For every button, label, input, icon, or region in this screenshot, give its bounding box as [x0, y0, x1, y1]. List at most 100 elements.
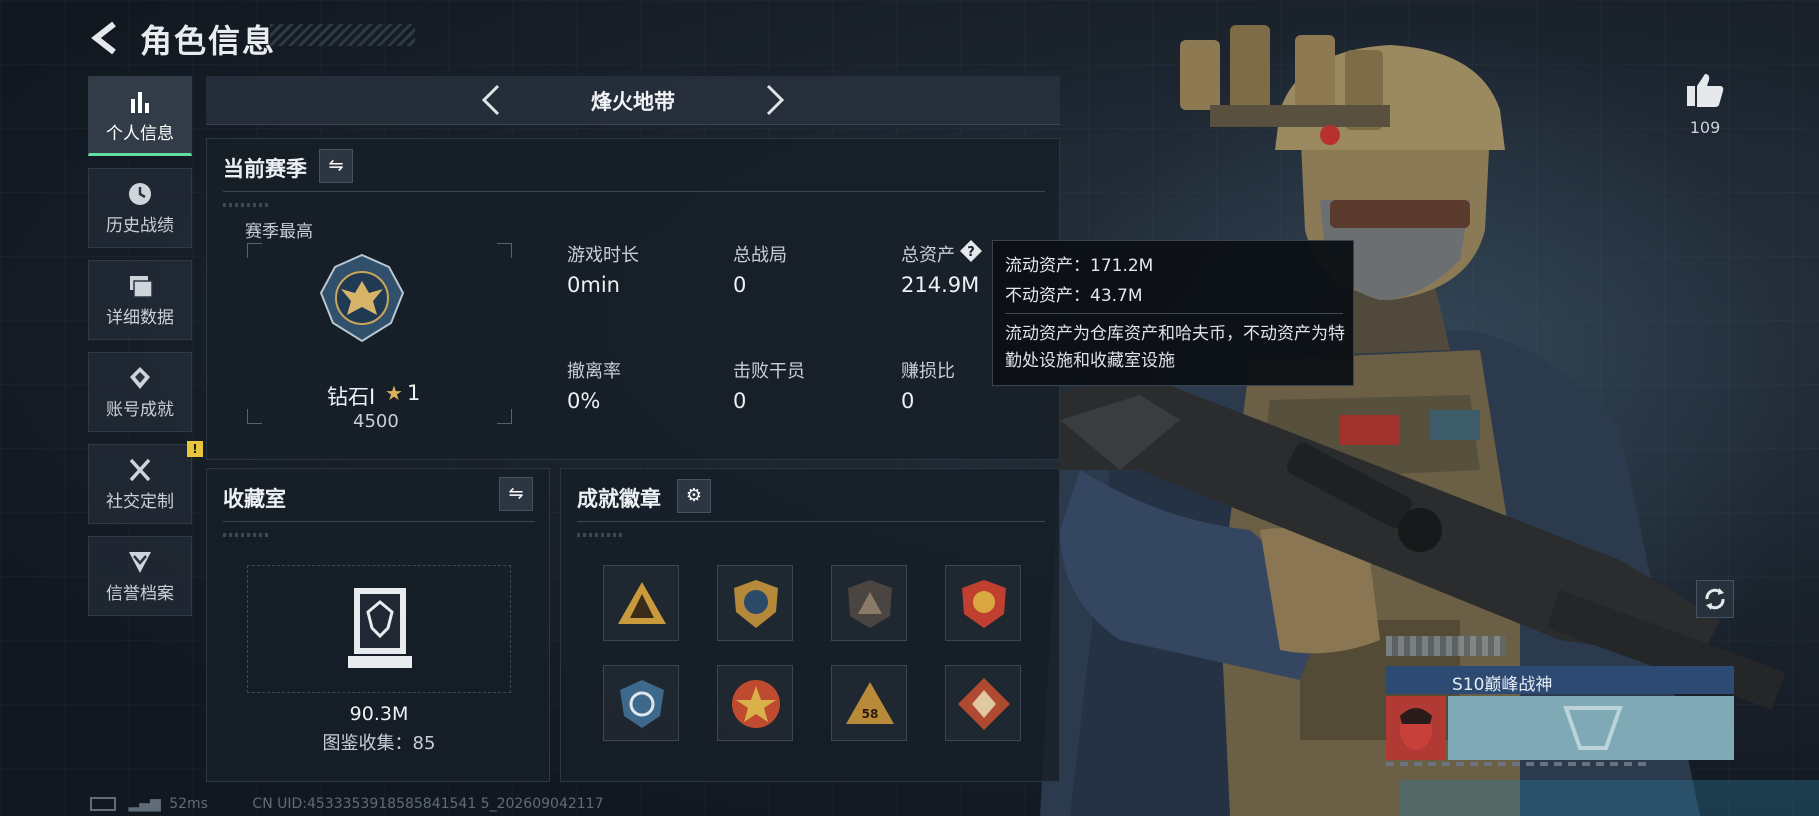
stat-label-total-assets: 总资产 [901, 245, 955, 266]
svg-text:?: ? [967, 245, 975, 260]
uid-text: CN UID:4533353918585841541 5_20260904211… [252, 796, 604, 812]
achievement-badge[interactable] [945, 665, 1021, 741]
avatar [1386, 696, 1446, 760]
nav-label: 账号成就 [106, 400, 174, 420]
stat-value-extract-rate: 0% [567, 389, 601, 413]
battery-icon [90, 797, 116, 811]
like-widget[interactable]: 109 [1670, 72, 1740, 137]
frame-corner [247, 409, 262, 424]
nav-label: 历史战绩 [106, 216, 174, 236]
tools-icon [129, 458, 151, 482]
frame-corner [497, 409, 512, 424]
divider [577, 521, 1045, 522]
page-title: 角色信息 [140, 22, 277, 60]
badge-settings-button[interactable]: ⚙ [677, 479, 711, 513]
status-bar: ▂▄▆ 52ms CN UID:4533353918585841541 5_20… [90, 796, 603, 812]
triangle-shield-icon [848, 580, 892, 628]
divider [223, 521, 535, 522]
season-best-label: 赛季最高 [245, 222, 313, 242]
season-title: 当前赛季 [223, 157, 307, 181]
tooltip-fixed-assets: 不动资产：43.7M [1005, 286, 1143, 306]
stat-label-playtime: 游戏时长 [567, 245, 639, 266]
switch-collection-button[interactable]: ⇋ [499, 477, 533, 511]
frame-corner [497, 243, 512, 258]
achievement-badge[interactable]: 58 [831, 665, 907, 741]
rank-points: 4500 [353, 411, 399, 432]
clock-icon [129, 183, 151, 205]
rank-diamond-emblem-icon [319, 253, 405, 343]
numbered-triangle-icon: 58 [846, 682, 894, 724]
nav-item-reputation[interactable]: 信誉档案 [88, 536, 192, 616]
rank-name: 钻石Ⅰ [327, 385, 376, 409]
player-banner [1448, 696, 1734, 760]
shield-chevron-icon [129, 552, 151, 573]
stat-value-total-matches: 0 [733, 273, 747, 297]
assets-tooltip: 流动资产：171.2M 不动资产：43.7M 流动资产为仓库资产和哈夫币，不动资… [992, 240, 1354, 386]
achievement-badge[interactable] [831, 565, 907, 641]
navy-shield-icon [620, 680, 664, 728]
achievements-title: 成就徽章 [577, 487, 661, 511]
achievement-badge[interactable] [945, 565, 1021, 641]
nav-label: 详细数据 [106, 308, 174, 328]
triangle-emblem-icon [618, 582, 666, 624]
refresh-icon [1705, 588, 1725, 610]
thumbs-up-icon [1687, 74, 1724, 107]
collection-title: 收藏室 [223, 487, 286, 511]
red-crest-icon [962, 580, 1006, 628]
collection-value: 90.3M [349, 703, 409, 725]
stat-value-total-assets: 214.9M [901, 273, 980, 297]
bar-chart-icon [131, 92, 149, 113]
nav-item-social-custom[interactable]: 社交定制 ! [88, 441, 203, 524]
collection-panel: 收藏室 ⇋ 90.3M 图鉴收集：85 [206, 468, 550, 782]
star-medal-icon [732, 680, 780, 728]
achievement-badge[interactable] [717, 565, 793, 641]
dots-decoration [223, 533, 271, 537]
title-banner [1386, 666, 1734, 694]
nav-label: 个人信息 [106, 124, 174, 144]
collection-count: 图鉴收集：85 [322, 733, 436, 754]
switch-season-button[interactable]: ⇋ [319, 149, 353, 183]
stat-value-playtime: 0min [567, 273, 620, 297]
next-mode-arrow-icon[interactable] [756, 82, 792, 118]
nav-item-detail-data[interactable]: 详细数据 [88, 260, 192, 340]
divider [1005, 313, 1343, 314]
emblem-icon [1563, 706, 1623, 750]
medal-icon [130, 367, 150, 389]
title-decoration [270, 24, 415, 46]
achievement-badge[interactable] [603, 565, 679, 641]
nav-item-achievements[interactable]: 账号成就 [88, 352, 192, 432]
nav-label: 社交定制 [106, 492, 174, 512]
stat-label-extract-rate: 撤离率 [567, 361, 621, 382]
player-card[interactable]: S10巅峰战神 [1386, 636, 1734, 766]
stat-value-profit-ratio: 0 [901, 389, 915, 413]
stat-label-kills: 击败干员 [733, 361, 805, 382]
like-count: 109 [1689, 118, 1721, 137]
collection-display-frame[interactable] [247, 565, 511, 693]
tooltip-liquid-assets: 流动资产：171.2M [1005, 256, 1154, 276]
notification-badge: ! [187, 441, 203, 457]
help-icon[interactable]: ? [959, 239, 983, 263]
crest-shield-icon [734, 580, 778, 628]
blurred-player-name [1386, 636, 1506, 656]
player-title: S10巅峰战神 [1452, 675, 1553, 695]
divider [223, 191, 1045, 192]
achievements-panel: 成就徽章 ⚙ 58 [560, 468, 1060, 782]
rotate-character-button[interactable] [1696, 580, 1734, 618]
back-arrow-icon[interactable] [88, 20, 120, 56]
nav-item-personal-info[interactable]: 个人信息 [88, 76, 192, 156]
folder-icon [130, 276, 153, 298]
achievement-badge[interactable] [603, 665, 679, 741]
dots-decoration [577, 533, 625, 537]
stat-label-profit-ratio: 赚损比 [901, 361, 955, 382]
frame-corner [247, 243, 262, 258]
display-case-icon [348, 588, 412, 668]
blurred-info [1386, 762, 1646, 766]
star-icon: ★ [385, 381, 403, 405]
dots-decoration [223, 203, 271, 207]
ping-value: 52ms [169, 796, 208, 812]
nav-item-history[interactable]: 历史战绩 [88, 168, 192, 248]
achievement-badge[interactable] [717, 665, 793, 741]
badge-number: 58 [862, 707, 879, 721]
stat-value-kills: 0 [733, 389, 747, 413]
avatar-face-icon [1400, 708, 1432, 750]
